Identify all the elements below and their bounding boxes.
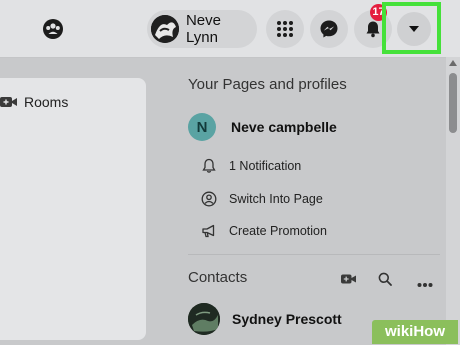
groups-button[interactable] (36, 12, 70, 46)
megaphone-icon (202, 224, 215, 238)
profile-button[interactable]: Neve Lynn (147, 10, 257, 48)
page-notification-label: 1 Notification (229, 159, 302, 173)
contact-item[interactable]: Sydney Prescott (188, 303, 342, 335)
switch-into-page-label: Switch Into Page (229, 192, 323, 206)
create-promotion-label: Create Promotion (229, 224, 327, 238)
menu-grid-icon (277, 21, 293, 37)
messenger-button[interactable] (310, 10, 348, 48)
wikihow-watermark: wikiHow (372, 320, 458, 344)
bell-icon (202, 158, 216, 173)
contacts-options-button[interactable] (417, 275, 433, 293)
search-contacts-button[interactable] (378, 272, 392, 291)
bell-icon (366, 21, 380, 38)
scroll-up-arrow-icon[interactable] (449, 60, 457, 66)
page-item[interactable]: N Neve campbelle (188, 113, 337, 141)
contact-name: Sydney Prescott (232, 311, 342, 327)
groups-icon (43, 19, 63, 39)
video-camera-icon (341, 274, 356, 284)
more-options-icon (417, 283, 433, 287)
create-promotion-item[interactable]: Create Promotion (201, 223, 327, 239)
rooms-item[interactable]: Rooms (0, 94, 68, 110)
search-icon (378, 272, 392, 286)
video-camera-icon (0, 97, 17, 107)
contact-avatar (188, 303, 220, 335)
page-name: Neve campbelle (231, 119, 337, 135)
pages-section-title: Your Pages and profiles (188, 76, 347, 93)
profile-avatar (151, 15, 179, 43)
contacts-section-title: Contacts (188, 269, 248, 286)
rooms-label: Rooms (24, 94, 69, 110)
profile-name: Neve Lynn (185, 12, 221, 46)
new-room-button[interactable] (341, 272, 357, 290)
page-avatar: N (188, 113, 216, 141)
left-sidebar-panel: Rooms (0, 78, 146, 340)
menu-button[interactable] (266, 10, 304, 48)
top-navigation-bar: Neve Lynn 17 (0, 0, 460, 58)
scrollbar-thumb[interactable] (449, 73, 457, 133)
messenger-icon (320, 20, 338, 38)
switch-into-page-item[interactable]: Switch Into Page (201, 191, 323, 207)
page-notification-item[interactable]: 1 Notification (201, 158, 301, 174)
section-divider (188, 254, 440, 255)
highlight-box (382, 2, 441, 54)
switch-profile-icon (201, 191, 217, 207)
